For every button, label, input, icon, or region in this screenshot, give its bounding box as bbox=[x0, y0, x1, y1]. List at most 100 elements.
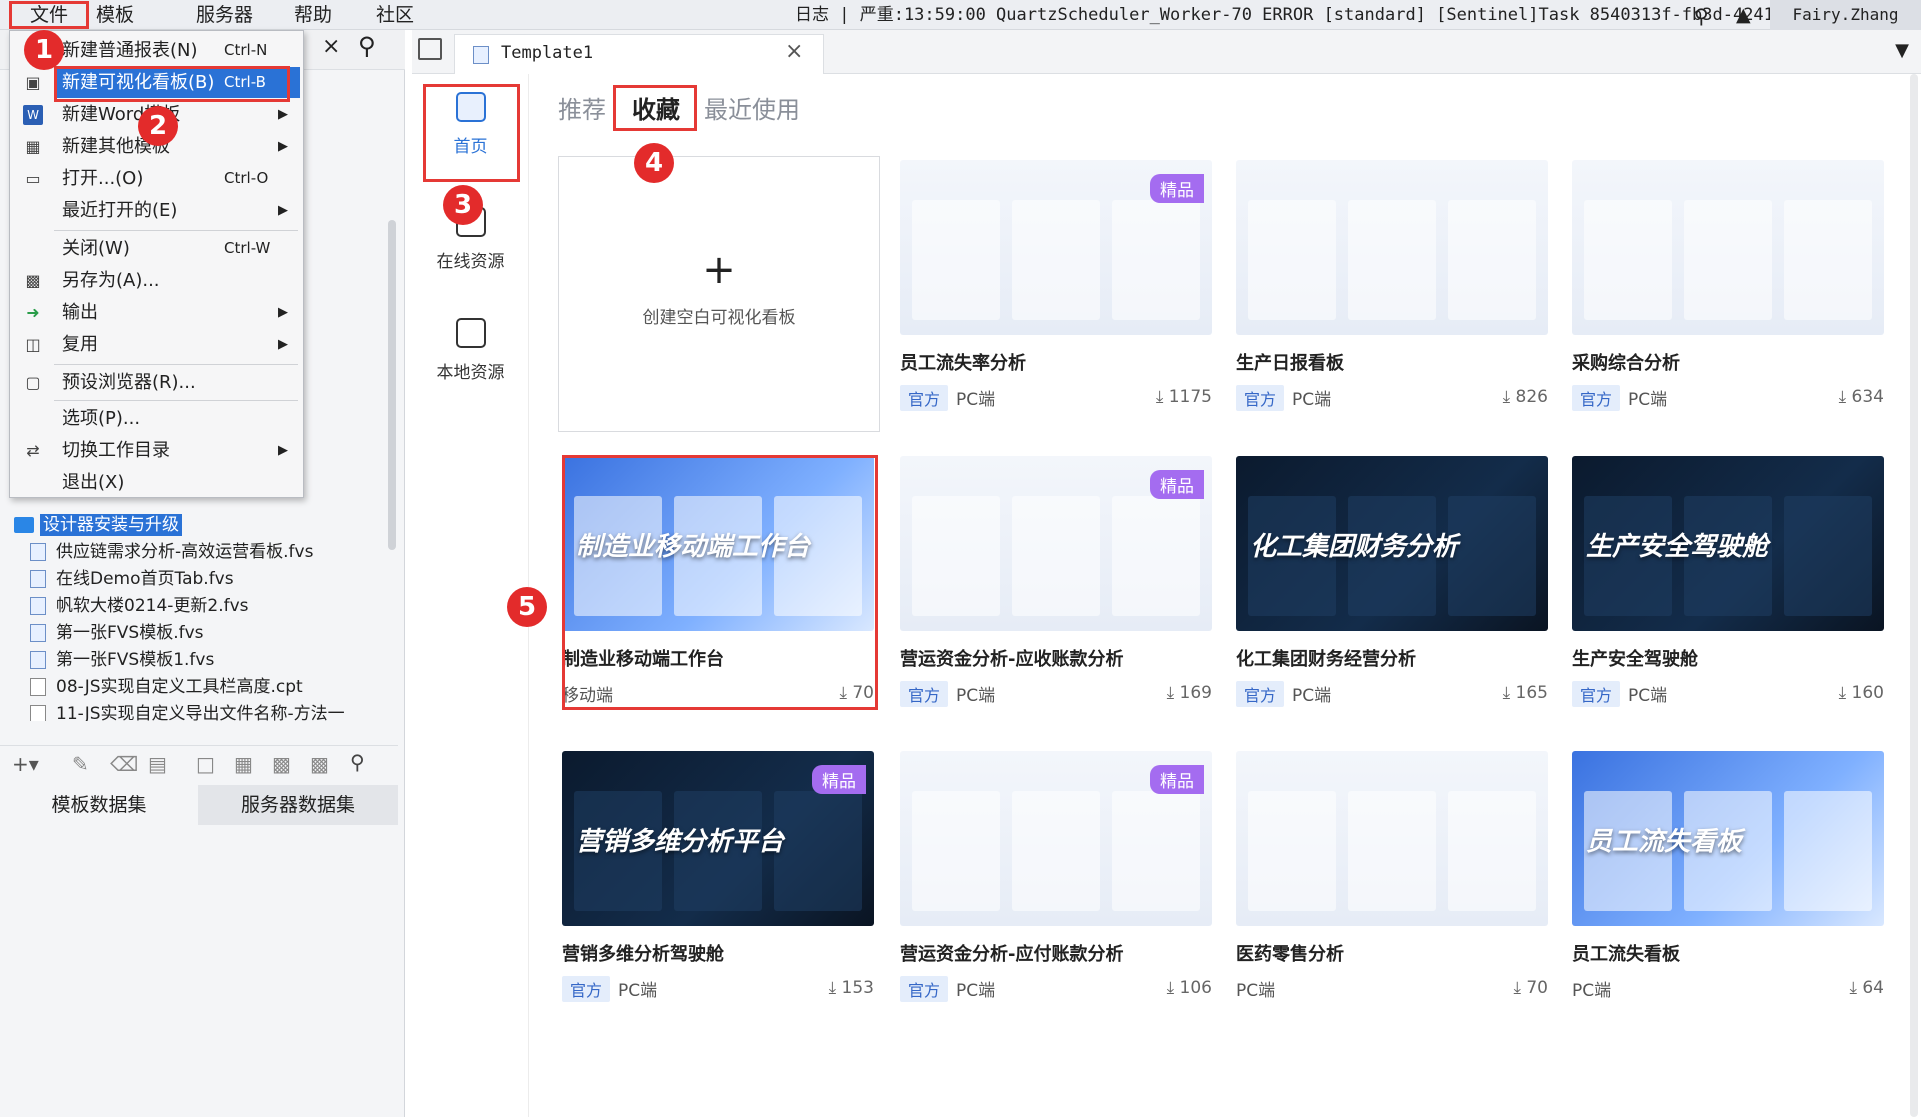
template-thumbnail[interactable]: 化工集团财务分析 bbox=[1236, 456, 1548, 631]
template-title[interactable]: 营运资金分析-应收账款分析 bbox=[900, 645, 1212, 671]
delete-icon[interactable]: ⌫ bbox=[110, 752, 138, 776]
template-card[interactable]: 营销多维分析平台 精品 营销多维分析驾驶舱 官方 PC端 ⤓ 153 bbox=[562, 751, 874, 1004]
template-title[interactable]: 营销多维分析驾驶舱 bbox=[562, 940, 874, 966]
template-title[interactable]: 医药零售分析 bbox=[1236, 940, 1548, 966]
log-message[interactable]: 日志 | 严重:13:59:00 QuartzScheduler_Worker-… bbox=[795, 0, 1805, 30]
template-card[interactable]: 员工流失看板 员工流失看板 PC端 ⤓ 64 bbox=[1572, 751, 1884, 1004]
menu-close[interactable]: 关闭(W) Ctrl-W bbox=[10, 233, 303, 264]
menu-reuse[interactable]: ◫ 复用 ▶ bbox=[10, 329, 303, 360]
add-icon[interactable]: +▾ bbox=[12, 752, 39, 776]
menu-help[interactable]: 帮助 bbox=[288, 2, 338, 28]
download-icon: ⤓ bbox=[1155, 387, 1169, 407]
template-title[interactable]: 制造业移动端工作台 bbox=[562, 645, 874, 671]
edit-icon[interactable]: ✎ bbox=[72, 752, 89, 776]
menu-browser[interactable]: ▢ 预设浏览器(R)... bbox=[10, 367, 303, 398]
tree-scrollbar[interactable] bbox=[388, 220, 396, 550]
user-name[interactable]: Fairy.Zhang bbox=[1770, 0, 1921, 30]
save-as-icon: ▩ bbox=[25, 271, 41, 290]
template-title[interactable]: 员工流失看板 bbox=[1572, 940, 1884, 966]
template-title[interactable]: 生产安全驾驶舱 bbox=[1572, 645, 1884, 671]
template-thumbnail[interactable] bbox=[1236, 160, 1548, 335]
tab-server-dataset[interactable]: 服务器数据集 bbox=[198, 785, 398, 825]
menu-file[interactable]: 文件 bbox=[24, 2, 74, 28]
thumbnail-panel bbox=[912, 200, 1000, 320]
tree-file[interactable]: 第一张FVS模板1.fvs bbox=[30, 647, 214, 674]
tree-file[interactable]: 08-JS实现自定义工具栏高度.cpt bbox=[30, 674, 303, 701]
database-icon[interactable]: ▤ bbox=[148, 752, 167, 776]
menu-server[interactable]: 服务器 bbox=[190, 2, 259, 28]
tree-file[interactable]: 第一张FVS模板.fvs bbox=[30, 620, 204, 647]
tree-file[interactable]: 11-JS实现自定义导出文件名称-方法一 bbox=[30, 701, 345, 721]
menu-exit[interactable]: 退出(X) bbox=[10, 467, 303, 498]
menu-community[interactable]: 社区 bbox=[370, 2, 420, 28]
template-thumbnail[interactable] bbox=[1572, 160, 1884, 335]
nav-home[interactable]: 首页 bbox=[412, 92, 529, 157]
collapse-icon[interactable]: ⨯ bbox=[322, 34, 340, 59]
template-card[interactable]: 精品 员工流失率分析 官方 PC端 ⤓ 1175 bbox=[900, 160, 1212, 413]
template-card[interactable]: 生产日报看板 官方 PC端 ⤓ 826 bbox=[1236, 160, 1548, 413]
menu-export[interactable]: ➜ 输出 ▶ bbox=[10, 297, 303, 328]
tab-template-dataset[interactable]: 模板数据集 bbox=[0, 785, 198, 825]
template-thumbnail[interactable]: 员工流失看板 bbox=[1572, 751, 1884, 926]
tab-favorites[interactable]: 收藏 bbox=[632, 90, 680, 125]
template-thumbnail[interactable]: 精品 bbox=[900, 456, 1212, 631]
create-blank-dashboard[interactable]: + 创建空白可视化看板 bbox=[558, 156, 880, 432]
template-card[interactable]: 制造业移动端工作台 制造业移动端工作台 移动端 ⤓ 70 bbox=[562, 456, 874, 709]
search-icon[interactable]: ⚲ bbox=[358, 32, 376, 60]
bell-icon[interactable]: ▲ bbox=[1736, 4, 1751, 26]
template-gallery: 推荐 收藏 最近使用 + 创建空白可视化看板 精品 员工流失率分析 官方 PC端 ⤓ 1… bbox=[530, 74, 1921, 1117]
db-refresh-icon[interactable]: ▩ bbox=[272, 752, 291, 776]
db-settings-icon[interactable]: ▩ bbox=[310, 752, 329, 776]
file-icon bbox=[30, 570, 46, 588]
menu-template[interactable]: 模板 bbox=[90, 2, 140, 28]
template-thumbnail[interactable]: 精品 bbox=[900, 160, 1212, 335]
platform-label: PC端 bbox=[1628, 686, 1668, 706]
template-card[interactable]: 生产安全驾驶舱 生产安全驾驶舱 官方 PC端 ⤓ 160 bbox=[1572, 456, 1884, 709]
menu-recent[interactable]: 最近打开的(E) ▶ bbox=[10, 195, 303, 226]
template-card[interactable]: 精品 营运资金分析-应付账款分析 官方 PC端 ⤓ 106 bbox=[900, 751, 1212, 1004]
template-title[interactable]: 员工流失率分析 bbox=[900, 349, 1212, 375]
template-card[interactable]: 医药零售分析 PC端 ⤓ 70 bbox=[1236, 751, 1548, 1004]
template-thumbnail[interactable]: 生产安全驾驶舱 bbox=[1572, 456, 1884, 631]
layout-icon[interactable] bbox=[418, 38, 442, 60]
platform-label: 移动端 bbox=[562, 686, 613, 706]
template-thumbnail[interactable]: 营销多维分析平台 精品 bbox=[562, 751, 874, 926]
menu-options[interactable]: 选项(P)... bbox=[10, 403, 303, 434]
tab-recent[interactable]: 最近使用 bbox=[704, 90, 800, 125]
close-icon[interactable]: × bbox=[785, 39, 803, 64]
template-title[interactable]: 采购综合分析 bbox=[1572, 349, 1884, 375]
template-thumbnail[interactable]: 精品 bbox=[900, 751, 1212, 926]
tab-recommended[interactable]: 推荐 bbox=[558, 90, 606, 125]
official-badge: 官方 bbox=[900, 976, 949, 1002]
thumbnail-panel bbox=[912, 791, 1000, 911]
thumbnail-panel bbox=[1448, 791, 1536, 911]
thumbnail-title: 营销多维分析平台 bbox=[576, 827, 785, 857]
tree-file[interactable]: 供应链需求分析-高效运营看板.fvs bbox=[30, 539, 313, 566]
tree-file[interactable]: 帆软大楼0214-更新2.fvs bbox=[30, 593, 249, 620]
search-icon[interactable]: ⚲ bbox=[350, 750, 365, 774]
menu-save-as[interactable]: ▩ 另存为(A)... bbox=[10, 265, 303, 296]
menu-switch-dir[interactable]: ⇄ 切换工作目录 ▶ bbox=[10, 435, 303, 466]
template-card[interactable]: 精品 营运资金分析-应收账款分析 官方 PC端 ⤓ 169 bbox=[900, 456, 1212, 709]
template-card[interactable]: 采购综合分析 官方 PC端 ⤓ 634 bbox=[1572, 160, 1884, 413]
template-meta: PC端 ⤓ 64 bbox=[1572, 976, 1884, 1004]
tree-folder[interactable]: 设计器安装与升级 bbox=[14, 512, 182, 539]
tab-template1[interactable]: Template1 × bbox=[454, 34, 824, 74]
template-title[interactable]: 营运资金分析-应付账款分析 bbox=[900, 940, 1212, 966]
template-title[interactable]: 化工集团财务经营分析 bbox=[1236, 645, 1548, 671]
template-card[interactable]: 化工集团财务分析 化工集团财务经营分析 官方 PC端 ⤓ 165 bbox=[1236, 456, 1548, 709]
image-icon[interactable]: ▦ bbox=[234, 752, 253, 776]
export-icon: ➜ bbox=[26, 303, 40, 322]
menu-open[interactable]: ▭ 打开...(O) Ctrl-O bbox=[10, 163, 303, 194]
template-title[interactable]: 生产日报看板 bbox=[1236, 349, 1548, 375]
template-thumbnail[interactable]: 制造业移动端工作台 bbox=[562, 456, 874, 631]
menu-icon[interactable]: ▼ bbox=[1895, 40, 1909, 61]
search-icon[interactable]: ⚲ bbox=[1694, 4, 1709, 28]
menu-new-dashboard[interactable]: ▣ 新建可视化看板(B) Ctrl-B bbox=[10, 67, 303, 98]
preview-icon[interactable]: □ bbox=[196, 752, 215, 776]
tree-file[interactable]: 在线Demo首页Tab.fvs bbox=[30, 566, 234, 593]
nav-local-resources[interactable]: 本地资源 bbox=[412, 318, 529, 383]
gallery-scrollbar[interactable] bbox=[1910, 74, 1918, 1117]
thumbnail-panel bbox=[1248, 791, 1336, 911]
template-thumbnail[interactable] bbox=[1236, 751, 1548, 926]
